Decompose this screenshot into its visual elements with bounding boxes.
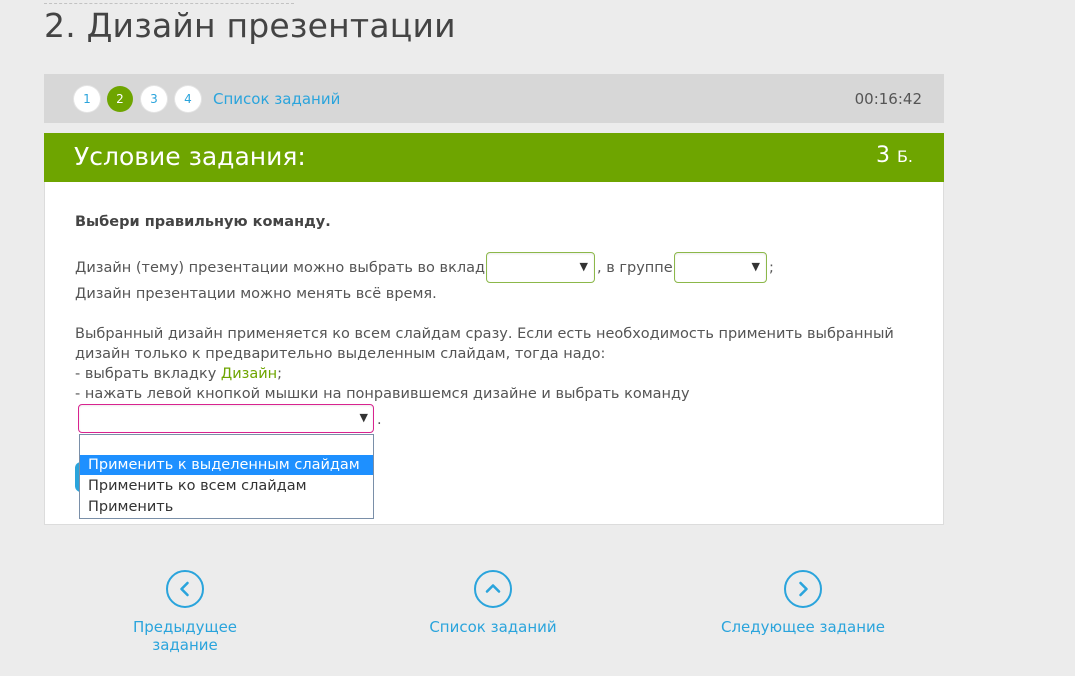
task-list-link[interactable]: Список заданий xyxy=(213,90,340,108)
task-navigation-bar: 1 2 3 4 Список заданий 00:16:42 xyxy=(44,74,944,123)
dropdown-option-apply-selected[interactable]: Применить к выделенным слайдам xyxy=(80,455,373,475)
task-step-1[interactable]: 1 xyxy=(74,86,100,112)
command-select[interactable]: ▼ xyxy=(78,404,374,433)
line-3-prefix: - выбрать вкладку xyxy=(75,366,221,382)
task-step-4[interactable]: 4 xyxy=(175,86,201,112)
chevron-right-circle-icon xyxy=(784,570,822,608)
line-3-suffix: ; xyxy=(277,366,283,382)
dropdown-option-apply-all[interactable]: Применить ко всем слайдам xyxy=(80,476,373,496)
task-list-button[interactable]: Список заданий xyxy=(418,570,568,636)
tab-select[interactable]: ▼ xyxy=(486,252,595,283)
group-select[interactable]: ▼ xyxy=(674,252,767,283)
statement-line-1-end: ; xyxy=(769,260,774,276)
task-step-2-active[interactable]: 2 xyxy=(107,86,133,112)
paragraph-2-line-1: Выбранный дизайн применяется ко всем сла… xyxy=(75,326,894,342)
paragraph-2-line-2: дизайн только к предварительно выделенны… xyxy=(75,346,606,362)
task-list-label: Список заданий xyxy=(429,618,557,636)
task-score: 3 Б. xyxy=(876,143,913,168)
paragraph-2-line-3: - выбрать вкладку Дизайн; xyxy=(75,366,282,382)
paragraph-2-line-4: - нажать левой кнопкой мышки на понравив… xyxy=(75,386,690,402)
dropdown-option-empty[interactable] xyxy=(80,435,373,455)
statement-line-1-part-1: Дизайн (тему) презентации можно выбрать … xyxy=(75,260,503,276)
design-tab-highlight: Дизайн xyxy=(220,366,278,382)
score-unit: Б. xyxy=(896,147,913,166)
chevron-left-circle-icon xyxy=(166,570,204,608)
paragraph-2-end: . xyxy=(377,412,382,428)
next-task-button[interactable]: Следующее задание xyxy=(718,570,888,636)
chevron-up-circle-icon xyxy=(474,570,512,608)
score-value: 3 xyxy=(875,143,890,168)
triangle-down-icon: ▼ xyxy=(751,260,760,273)
command-dropdown-list: Применить к выделенным слайдам Применить… xyxy=(79,434,374,519)
triangle-down-icon: ▼ xyxy=(359,411,368,424)
timer: 00:16:42 xyxy=(854,90,922,108)
triangle-down-icon: ▼ xyxy=(579,260,588,273)
dropdown-option-apply[interactable]: Применить xyxy=(80,497,373,517)
instruction: Выбери правильную команду. xyxy=(75,214,331,230)
condition-title: Условие задания: xyxy=(74,142,306,171)
next-task-label: Следующее задание xyxy=(720,618,886,636)
task-step-3[interactable]: 3 xyxy=(141,86,167,112)
previous-task-label: Предыдущее задание xyxy=(132,618,238,654)
statement-line-1-part-2: , в группе xyxy=(597,260,673,276)
task-content: Выбери правильную команду. Дизайн (тему)… xyxy=(44,182,944,525)
statement-line-2: Дизайн презентации можно менять всё врем… xyxy=(75,286,437,302)
previous-task-button[interactable]: Предыдущее задание xyxy=(100,570,270,654)
cropped-breadcrumb xyxy=(44,0,294,4)
condition-header: Условие задания: 3 Б. xyxy=(44,133,944,182)
page-title: 2. Дизайн презентации xyxy=(44,6,456,45)
